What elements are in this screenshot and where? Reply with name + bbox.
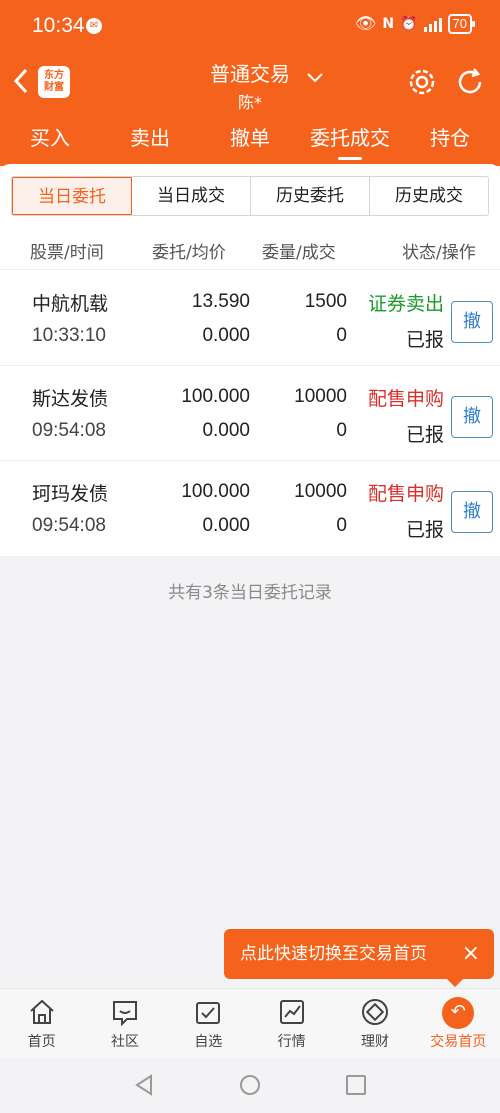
order-time: 09:54:08 [32, 515, 106, 536]
nav-label: 交易首页 [430, 1034, 487, 1050]
order-qty: 10000 [294, 481, 347, 502]
nav-label: 理财 [360, 1034, 389, 1050]
order-status: 已报 [405, 519, 444, 541]
order-status: 已报 [405, 329, 444, 351]
tab-orders-fills[interactable]: 委托成交 [300, 118, 400, 162]
nav-home[interactable]: 首页 [0, 989, 83, 1058]
status-time: 10:34 [32, 14, 85, 37]
stock-name: 斯达发债 [32, 388, 109, 410]
system-back-icon[interactable] [133, 1074, 155, 1100]
order-qty: 1500 [304, 291, 347, 312]
order-price: 13.590 [191, 291, 250, 312]
system-navigation-bar [0, 1058, 500, 1113]
column-status: 状态/操作 [402, 243, 476, 263]
wechat-notification-icon: ✉ [86, 18, 102, 34]
trade-tabs: 买入 卖出 撤单 委托成交 持仓 [0, 118, 500, 162]
account-name: 陈* [237, 93, 262, 112]
tab-cancel-order[interactable]: 撤单 [200, 118, 300, 162]
order-time: 10:33:10 [32, 325, 106, 346]
back-arrow-icon[interactable] [10, 66, 34, 96]
cancel-order-button[interactable]: 撤 [451, 396, 493, 438]
table-row: 斯达发债 09:54:08 100.000 0.000 10000 0 配售申购… [0, 366, 500, 461]
filled-qty: 0 [336, 420, 347, 441]
avg-price: 0.000 [202, 325, 250, 346]
watchlist-icon [193, 997, 223, 1027]
alarm-icon: ⏰ [400, 16, 418, 32]
switch-home-tooltip[interactable]: 点此快速切换至交易首页 × [224, 929, 494, 987]
system-home-icon[interactable] [239, 1074, 261, 1100]
table-row: 中航机载 10:33:10 13.590 0.000 1500 0 证券卖出 已… [0, 271, 500, 366]
column-stock-time: 股票/时间 [30, 243, 104, 263]
table-row: 珂玛发债 09:54:08 100.000 0.000 10000 0 配售申购… [0, 461, 500, 556]
cancel-order-button[interactable]: 撤 [451, 491, 493, 533]
refresh-icon[interactable] [452, 64, 488, 100]
nav-label: 首页 [27, 1034, 56, 1050]
trade-home-icon: ↶ [442, 997, 475, 1029]
market-icon [277, 997, 307, 1027]
nav-finance[interactable]: 理财 [333, 989, 416, 1058]
battery-indicator: 70 [447, 14, 476, 34]
order-status: 已报 [405, 424, 444, 446]
chevron-down-icon[interactable] [306, 68, 324, 89]
nav-label: 自选 [194, 1034, 223, 1050]
stock-name: 中航机载 [32, 293, 109, 315]
order-type: 配售申购 [367, 388, 444, 410]
column-price: 委托/均价 [152, 243, 226, 263]
eye-icon: 👁 [354, 14, 377, 34]
tooltip-text: 点此快速切换至交易首页 [240, 944, 427, 964]
nav-watchlist[interactable]: 自选 [167, 989, 250, 1058]
status-icons: 👁 N ⏰ 70 [354, 14, 476, 34]
nav-label: 行情 [277, 1034, 306, 1050]
system-recents-icon[interactable] [345, 1074, 367, 1100]
stock-name: 珂玛发债 [32, 483, 109, 505]
nav-market[interactable]: 行情 [250, 989, 333, 1058]
tab-sell[interactable]: 卖出 [100, 118, 200, 162]
bottom-nav: 首页 社区 自选 行情 理财 ↶ 交易首页 [0, 988, 500, 1058]
community-icon [110, 997, 140, 1027]
segment-today-orders[interactable]: 当日委托 [12, 177, 132, 215]
app-header: 10:34 ✉ 👁 N ⏰ 70 东方 财富 普通交易 陈* 买入 卖出 撤单 … [0, 0, 500, 166]
gear-icon[interactable] [404, 64, 440, 100]
filled-qty: 0 [336, 325, 347, 346]
order-price: 100.000 [181, 386, 250, 407]
close-icon[interactable]: × [462, 929, 480, 979]
segment-history-fills[interactable]: 历史成交 [370, 177, 488, 215]
tab-positions[interactable]: 持仓 [400, 118, 500, 162]
filled-qty: 0 [336, 515, 347, 536]
avg-price: 0.000 [202, 420, 250, 441]
segment-today-fills[interactable]: 当日成交 [132, 177, 251, 215]
order-type: 证券卖出 [367, 293, 444, 315]
table-header: 股票/时间 委托/均价 委量/成交 状态/操作 [0, 226, 500, 270]
finance-icon [360, 997, 390, 1027]
tab-buy[interactable]: 买入 [0, 118, 100, 162]
nav-community[interactable]: 社区 [83, 989, 166, 1058]
avg-price: 0.000 [202, 515, 250, 536]
nav-label: 社区 [110, 1034, 139, 1050]
order-qty: 10000 [294, 386, 347, 407]
segment-history-orders[interactable]: 历史委托 [251, 177, 370, 215]
orders-panel: 当日委托 当日成交 历史委托 历史成交 股票/时间 委托/均价 委量/成交 状态… [0, 164, 500, 556]
orders-segment-control: 当日委托 当日成交 历史委托 历史成交 [11, 176, 489, 216]
order-price: 100.000 [181, 481, 250, 502]
order-type: 配售申购 [367, 483, 444, 505]
status-bar: 10:34 ✉ 👁 N ⏰ 70 [0, 0, 500, 52]
nav-trade-home[interactable]: ↶ 交易首页 [417, 989, 500, 1058]
column-qty: 委量/成交 [262, 243, 336, 263]
brand-logo: 东方 财富 [38, 66, 70, 98]
order-time: 09:54:08 [32, 420, 106, 441]
home-icon [27, 997, 57, 1027]
signal-icon [423, 16, 442, 32]
nfc-icon: N [382, 16, 395, 32]
cancel-order-button[interactable]: 撤 [451, 301, 493, 343]
orders-summary: 共有3条当日委托记录 [168, 583, 332, 603]
